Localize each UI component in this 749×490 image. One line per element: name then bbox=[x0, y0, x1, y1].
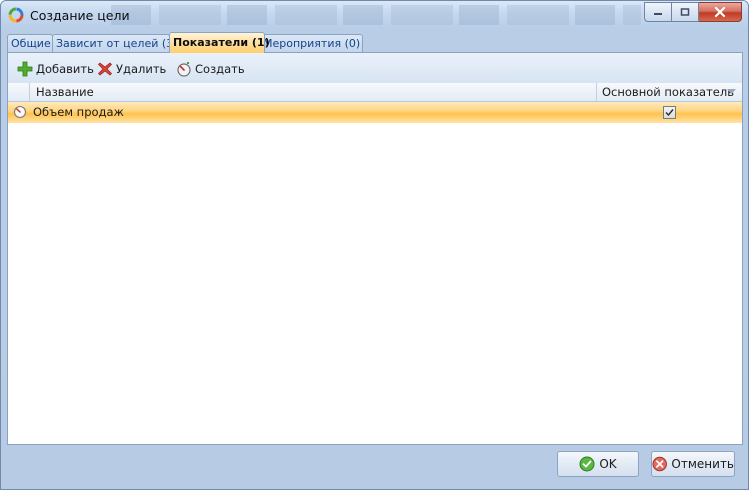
restore-icon bbox=[680, 8, 690, 16]
tab-general[interactable]: Общие bbox=[7, 34, 53, 52]
dialog-window: Создание цели Общие Зависит от целей (3)… bbox=[0, 0, 749, 490]
cancel-label: Отменить bbox=[671, 457, 734, 471]
add-label: Добавить bbox=[36, 62, 94, 76]
tab-activities[interactable]: Мероприятия (0) bbox=[259, 34, 363, 52]
indicators-panel: Добавить Удалить Создать Название Основн… bbox=[7, 52, 743, 445]
minimize-icon bbox=[654, 13, 662, 15]
column-header-main-indicator[interactable]: Основной показатель bbox=[602, 83, 734, 101]
column-separator bbox=[596, 83, 597, 101]
table-row[interactable]: Объем продаж bbox=[8, 102, 742, 123]
delete-button[interactable]: Удалить bbox=[97, 60, 166, 78]
ok-button[interactable]: OK bbox=[557, 451, 639, 477]
cancel-button[interactable]: Отменить bbox=[651, 451, 735, 477]
maximize-button[interactable] bbox=[672, 2, 699, 22]
tab-indicators[interactable]: Показатели (1) bbox=[169, 32, 270, 53]
x-icon bbox=[98, 62, 112, 76]
app-logo-icon bbox=[8, 7, 24, 23]
row-name: Объем продаж bbox=[33, 105, 124, 119]
gauge-icon bbox=[13, 105, 27, 119]
column-header-name[interactable]: Название bbox=[36, 83, 94, 101]
gauge-icon bbox=[177, 62, 191, 77]
caption-buttons bbox=[644, 2, 742, 22]
tab-label: Мероприятия (0) bbox=[263, 37, 361, 50]
minimize-button[interactable] bbox=[644, 2, 672, 22]
delete-label: Удалить bbox=[116, 62, 167, 76]
add-button[interactable]: Добавить bbox=[17, 60, 94, 78]
tab-label: Показатели (1) bbox=[173, 36, 270, 49]
title-bar[interactable]: Создание цели bbox=[1, 1, 748, 29]
tab-label: Зависит от целей (3) bbox=[56, 37, 178, 50]
cancel-icon bbox=[652, 456, 667, 472]
title-bar-background bbox=[111, 5, 641, 25]
tab-depends-on-goals[interactable]: Зависит от целей (3) bbox=[52, 34, 177, 52]
check-icon bbox=[579, 456, 595, 472]
check-icon bbox=[665, 109, 674, 117]
ok-label: OK bbox=[599, 457, 617, 471]
window-title: Создание цели bbox=[30, 8, 130, 23]
chevron-down-icon[interactable] bbox=[727, 89, 736, 95]
column-separator bbox=[29, 83, 30, 101]
create-label: Создать bbox=[195, 62, 245, 76]
dialog-footer: OK Отменить bbox=[1, 445, 748, 489]
toolbar: Добавить Удалить Создать bbox=[8, 53, 742, 84]
create-button[interactable]: Создать bbox=[176, 60, 245, 78]
main-indicator-checkbox[interactable] bbox=[663, 106, 676, 119]
tab-bar: Общие Зависит от целей (3) Показатели (1… bbox=[7, 32, 742, 53]
tab-label: Общие bbox=[11, 37, 51, 50]
close-icon bbox=[714, 6, 726, 18]
grid-header: Название Основной показатель bbox=[8, 83, 742, 102]
plus-icon bbox=[17, 61, 33, 77]
close-button[interactable] bbox=[699, 2, 742, 22]
